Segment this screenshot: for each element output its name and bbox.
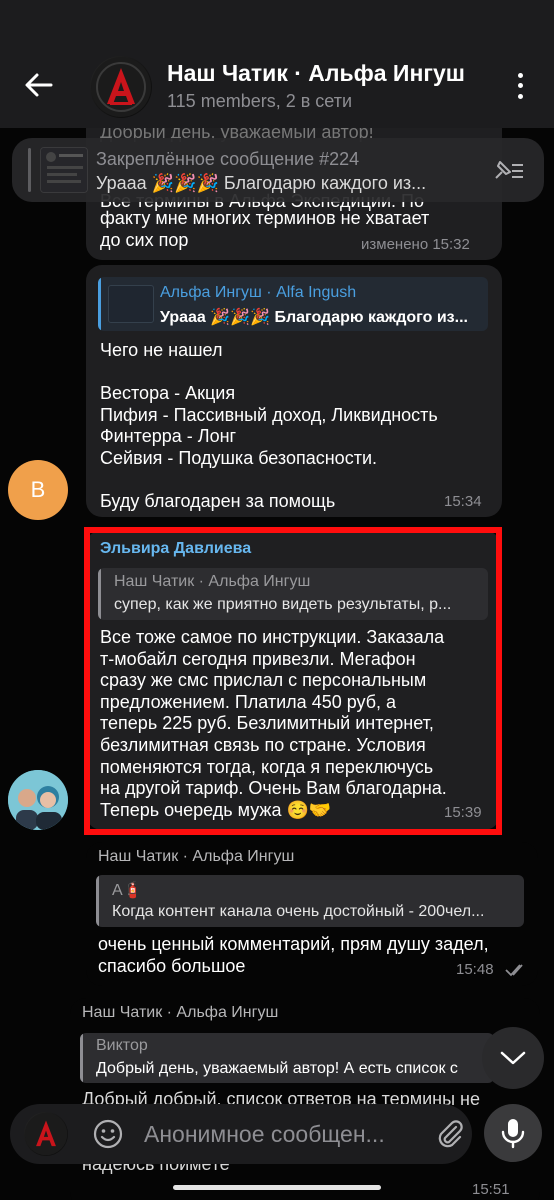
quote-text: Добрый день, уважаемый автор! А есть спи… — [96, 1060, 458, 1077]
pinned-text: Урааа 🎉🎉🎉 Благодарю каждого из... — [96, 173, 427, 193]
pinned-title: Закреплённое сообщение #224 — [96, 149, 360, 169]
chat-header: Наш Чатик · Альфа Ингуш 115 members, 2 в… — [0, 0, 554, 128]
message-sender[interactable]: Наш Чатик · Альфа Ингуш — [82, 1004, 278, 1022]
quote-author: Виктор — [96, 1037, 148, 1054]
chat-title[interactable]: Наш Чатик · Альфа Ингуш — [167, 60, 465, 87]
user-avatar[interactable] — [8, 770, 68, 830]
paperclip-icon[interactable] — [434, 1118, 466, 1150]
chat-screen: Все термины в Альфа Экспедиции. По факту… — [0, 0, 554, 1200]
quote-text: Когда контент канала очень достойный - 2… — [112, 903, 485, 920]
message-time: 15:48 — [456, 961, 494, 978]
message-input-bar — [10, 1104, 472, 1164]
quote-text: Урааа 🎉🎉🎉 Благодарю каждого из... — [160, 309, 468, 326]
alfa-logo-icon — [24, 1112, 68, 1156]
arrow-left-icon — [25, 73, 53, 97]
pinned-indicator — [28, 148, 31, 192]
pin-list-icon[interactable] — [490, 156, 526, 184]
chevron-down-icon — [500, 1051, 526, 1065]
thumbnail-image-icon — [41, 148, 87, 192]
message-text: Чего не нашел Вестора - Акция Пифия - Па… — [100, 340, 438, 511]
dot — [517, 83, 523, 89]
message-time: изменено 15:32 — [361, 236, 470, 253]
pinned-thumbnail — [40, 147, 88, 193]
home-indicator[interactable] — [173, 1185, 381, 1190]
quote-thumbnail — [108, 285, 154, 323]
dot — [517, 72, 523, 78]
quote-author: А🧯 — [112, 882, 143, 899]
back-button[interactable] — [20, 66, 58, 104]
reply-quote[interactable]: А🧯 Когда контент канала очень достойный … — [96, 875, 524, 927]
send-as-avatar[interactable] — [24, 1112, 68, 1156]
avatar-photo-icon — [8, 770, 68, 830]
reply-quote[interactable]: Виктор Добрый день, уважаемый автор! А е… — [80, 1033, 494, 1083]
message-input[interactable] — [144, 1118, 418, 1150]
chat-avatar[interactable] — [90, 56, 152, 118]
message-time: 15:34 — [444, 493, 482, 510]
microphone-icon — [501, 1119, 525, 1149]
message-bubble[interactable]: Наш Чатик · Альфа Ингуш А🧯 Когда контент… — [86, 842, 538, 986]
chat-subtitle: 115 members, 2 в сети — [167, 91, 353, 111]
message-text: очень ценный комментарий, прям душу заде… — [98, 934, 489, 976]
user-avatar[interactable]: В — [8, 460, 68, 520]
emoji-icon[interactable] — [92, 1118, 124, 1150]
scroll-down-button[interactable] — [482, 1027, 544, 1089]
highlight-box — [84, 527, 502, 835]
avatar-letter: В — [30, 477, 46, 502]
message-bubble[interactable]: Альфа Ингуш · Alfa Ingush Урааа 🎉🎉🎉 Благ… — [86, 265, 502, 517]
microphone-button[interactable] — [484, 1104, 542, 1162]
alfa-logo-icon — [91, 57, 151, 117]
pinned-message-bar[interactable]: Закреплённое сообщение #224 Урааа 🎉🎉🎉 Бл… — [12, 138, 544, 202]
dot — [517, 94, 523, 100]
message-bubble[interactable]: Наш Чатик · Альфа Ингуш Виктор Добрый де… — [70, 998, 540, 1200]
quote-author: Альфа Ингуш · Alfa Ingush — [160, 284, 357, 301]
message-time: 15:51 — [472, 1181, 510, 1198]
more-menu-button[interactable] — [508, 70, 532, 102]
message-sender[interactable]: Наш Чатик · Альфа Ингуш — [98, 848, 294, 866]
reply-quote[interactable]: Альфа Ингуш · Alfa Ingush Урааа 🎉🎉🎉 Благ… — [98, 277, 488, 331]
read-checkmarks-icon — [505, 964, 523, 977]
